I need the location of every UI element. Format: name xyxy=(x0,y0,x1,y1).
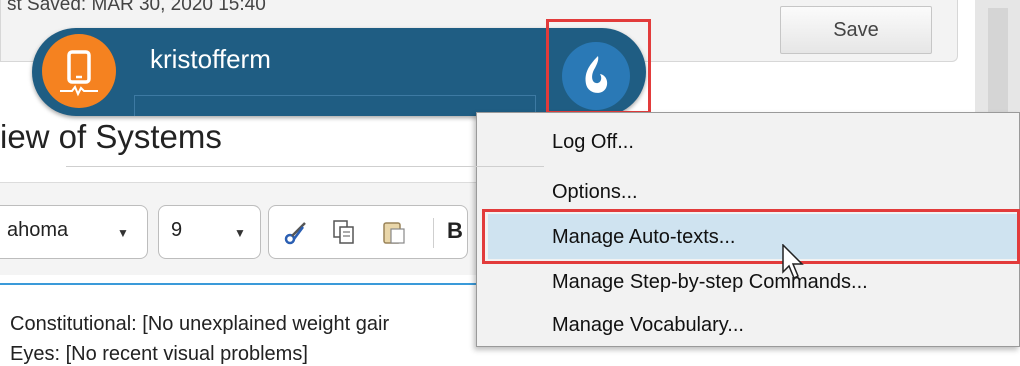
menu-item-options[interactable]: Options... xyxy=(552,181,638,204)
edit-button-group: B xyxy=(268,205,468,259)
menu-item-manage-step-by-step-commands[interactable]: Manage Step-by-step Commands... xyxy=(552,271,868,294)
username-label: kristofferm xyxy=(150,44,271,74)
menu-item-log-off[interactable]: Log Off... xyxy=(552,131,634,154)
highlight-dragon-logo xyxy=(546,19,651,114)
toolbar-divider xyxy=(433,218,434,248)
copy-icon[interactable] xyxy=(331,219,357,245)
font-family-value: ahoma xyxy=(7,219,69,241)
font-family-select[interactable]: ahoma ▼ xyxy=(0,205,148,259)
section-title: iew of Systems xyxy=(0,118,222,155)
font-size-select[interactable]: 9 ▼ xyxy=(158,205,261,259)
bold-button[interactable]: B xyxy=(447,218,463,244)
save-button[interactable]: Save xyxy=(780,6,932,54)
phone-device-icon xyxy=(60,50,98,97)
chevron-down-icon: ▼ xyxy=(117,226,129,240)
highlight-manage-auto-texts xyxy=(482,209,1020,264)
scissors-icon[interactable] xyxy=(283,219,309,245)
font-size-value: 9 xyxy=(171,219,183,241)
note-text-line[interactable]: Constitutional: [No unexplained weight g… xyxy=(10,313,389,336)
editor-top-border xyxy=(0,283,482,285)
menu-item-manage-vocabulary[interactable]: Manage Vocabulary... xyxy=(552,314,744,337)
chevron-down-icon: ▼ xyxy=(234,226,246,240)
note-text-line[interactable]: Eyes: [No recent visual problems] xyxy=(10,343,308,366)
menu-separator xyxy=(66,166,544,167)
last-saved-label: st Saved: MAR 30, 2020 15:40 xyxy=(7,0,266,15)
cursor-icon xyxy=(782,244,804,280)
paste-icon[interactable] xyxy=(381,219,407,245)
device-icon[interactable] xyxy=(42,34,116,108)
